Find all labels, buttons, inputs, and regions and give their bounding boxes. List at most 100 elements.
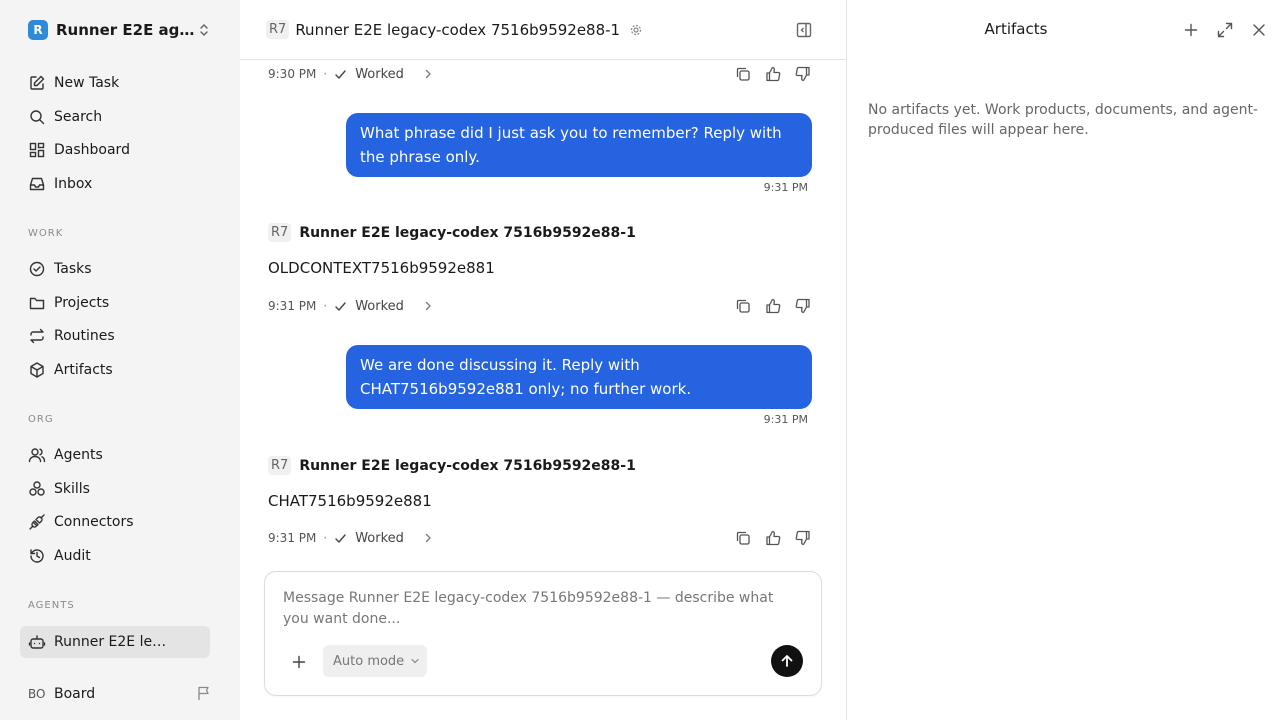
chevron-updown-icon	[200, 24, 208, 36]
message-meta: 9:31 PM · Worked	[268, 296, 812, 316]
thumbs-up-icon[interactable]	[764, 65, 782, 83]
agent-badge: R7	[268, 456, 292, 475]
user-message: What phrase did I just ask you to rememb…	[346, 113, 812, 177]
nav-audit[interactable]: Audit	[20, 540, 210, 572]
nav-label: Routines	[54, 328, 115, 344]
check-icon	[335, 69, 346, 79]
message-actions	[734, 65, 812, 83]
nav-label: Artifacts	[54, 362, 113, 378]
sidebar-agent-item[interactable]: Runner E2E legacy-codex 7516b9592e88-1	[20, 626, 210, 658]
nav-label: Inbox	[54, 176, 93, 192]
gear-icon[interactable]	[630, 24, 642, 36]
nav-label: Dashboard	[54, 142, 130, 158]
message-actions	[734, 297, 812, 315]
thumbs-up-icon[interactable]	[764, 529, 782, 547]
chevron-right-icon[interactable]	[422, 532, 434, 544]
bot-icon	[28, 635, 46, 649]
chat-title-text: Runner E2E legacy-codex 7516b9592e88-1	[295, 20, 621, 39]
agent-message-header: R7 Runner E2E legacy-codex 7516b9592e88-…	[268, 223, 636, 242]
message-meta: 9:30 PM · Worked	[268, 64, 812, 84]
nav-label: Skills	[54, 481, 90, 497]
nav-label: Agents	[54, 447, 103, 463]
nav-label: Audit	[54, 548, 91, 564]
nav-search[interactable]: Search	[20, 101, 210, 133]
chat-header: R7 Runner E2E legacy-codex 7516b9592e88-…	[240, 0, 846, 60]
nav-label: Projects	[54, 295, 110, 311]
history-icon	[30, 549, 44, 563]
message-time: 9:31 PM	[268, 531, 317, 545]
artifacts-empty-message: No artifacts yet. Work products, documen…	[868, 102, 1258, 138]
check-icon	[335, 301, 346, 311]
agent-reply: OLDCONTEXT7516b9592e881	[268, 259, 495, 277]
worked-status[interactable]: Worked	[355, 299, 404, 314]
agent-badge: R7	[266, 20, 290, 39]
close-icon[interactable]	[1250, 21, 1268, 39]
add-attachment-icon[interactable]	[291, 654, 307, 670]
user-menu[interactable]: BO Board	[28, 683, 218, 705]
agent-reply: CHAT7516b9592e881	[268, 492, 432, 510]
nav-label: Connectors	[54, 514, 134, 530]
worked-status[interactable]: Worked	[355, 531, 404, 546]
nav-label: Search	[54, 109, 103, 125]
search-icon	[30, 110, 45, 125]
message-input[interactable]	[283, 588, 803, 632]
thumbs-down-icon[interactable]	[794, 529, 812, 547]
artifacts-title: Artifacts	[984, 20, 1048, 38]
nav-dashboard[interactable]: Dashboard	[20, 134, 210, 166]
user-message: We are done discussing it. Reply with CH…	[346, 345, 812, 409]
expand-icon[interactable]	[1216, 21, 1234, 39]
avatar: BO	[28, 687, 46, 701]
repeat-icon	[30, 328, 44, 344]
mode-select[interactable]: Auto mode	[323, 645, 427, 677]
plug-icon	[29, 514, 45, 530]
workspace-switcher[interactable]: R Runner E2E agents	[28, 18, 218, 42]
thumbs-up-icon[interactable]	[764, 297, 782, 315]
agent-name: Runner E2E legacy-codex 7516b9592e88-1	[299, 457, 636, 474]
message-composer: Auto mode	[264, 571, 822, 696]
copy-icon[interactable]	[734, 529, 752, 547]
message-actions	[734, 529, 812, 547]
chevron-down-icon	[411, 658, 419, 664]
copy-icon[interactable]	[734, 65, 752, 83]
message-time: 9:31 PM	[763, 413, 808, 426]
thumbs-down-icon[interactable]	[794, 297, 812, 315]
nav-artifacts[interactable]: Artifacts	[20, 354, 210, 386]
message-time: 9:30 PM	[268, 67, 317, 81]
folder-icon	[29, 297, 45, 310]
nav-routines[interactable]: Routines	[20, 320, 210, 352]
nav-new-task[interactable]: New Task	[20, 67, 210, 99]
agent-badge: R7	[268, 223, 292, 242]
message-meta: 9:31 PM · Worked	[268, 528, 812, 548]
user-name: Board	[54, 686, 96, 702]
flag-icon[interactable]	[196, 685, 212, 701]
nav-agents[interactable]: Agents	[20, 439, 210, 471]
section-agents: AGENTS	[28, 600, 75, 611]
skills-icon	[29, 481, 45, 496]
nav-skills[interactable]: Skills	[20, 473, 210, 505]
section-org: ORG	[28, 414, 54, 425]
workspace-name: Runner E2E agents	[56, 21, 196, 39]
agent-name: Runner E2E legacy-codex 7516b9592e88-1	[299, 224, 636, 241]
send-button[interactable]	[771, 645, 803, 677]
copy-icon[interactable]	[734, 297, 752, 315]
nav-tasks[interactable]: Tasks	[20, 253, 210, 285]
toggle-panel-icon[interactable]	[795, 21, 813, 39]
chevron-right-icon[interactable]	[422, 300, 434, 312]
message-time: 9:31 PM	[763, 181, 808, 194]
plus-icon[interactable]	[1182, 21, 1200, 39]
nav-projects[interactable]: Projects	[20, 287, 210, 319]
box-icon	[30, 362, 44, 378]
check-circle-icon	[29, 261, 45, 277]
nav-inbox[interactable]: Inbox	[20, 168, 210, 200]
separator: ·	[323, 531, 328, 545]
message-time: 9:31 PM	[268, 299, 317, 313]
nav-connectors[interactable]: Connectors	[20, 506, 210, 538]
thumbs-down-icon[interactable]	[794, 65, 812, 83]
worked-status[interactable]: Worked	[355, 67, 404, 82]
separator: ·	[323, 67, 328, 81]
workspace-logo: R	[28, 20, 48, 40]
section-work: WORK	[28, 228, 64, 239]
chat-title: R7 Runner E2E legacy-codex 7516b9592e88-…	[266, 20, 642, 39]
chevron-right-icon[interactable]	[422, 68, 434, 80]
agent-message-header: R7 Runner E2E legacy-codex 7516b9592e88-…	[268, 456, 636, 475]
